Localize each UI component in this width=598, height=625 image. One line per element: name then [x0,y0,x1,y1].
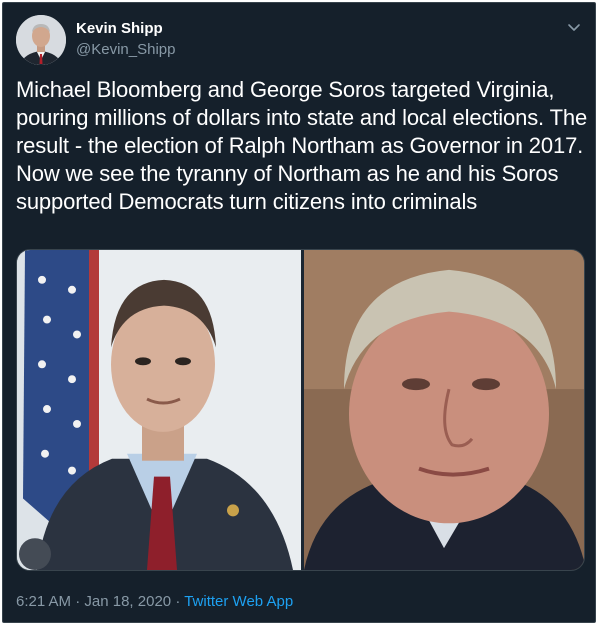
tweet-time[interactable]: 6:21 AM [16,593,71,610]
photo-left[interactable] [17,250,301,570]
tweet-date[interactable]: Jan 18, 2020 [84,593,171,610]
author-name[interactable]: Kevin Shipp [76,20,163,38]
tweet-media[interactable] [16,249,585,571]
author-handle[interactable]: @Kevin_Shipp [76,41,175,59]
chevron-down-icon[interactable] [566,19,582,35]
meta-separator: · [75,593,81,610]
tweet-card: Kevin Shipp @Kevin_Shipp Michael Bloombe… [2,2,596,623]
photo-right[interactable] [304,250,584,570]
avatar[interactable] [16,15,66,65]
source-app-link[interactable]: Twitter Web App [184,593,293,610]
tweet-text: Michael Bloomberg and George Soros targe… [16,77,588,214]
tweet-meta: 6:21 AM · Jan 18, 2020 · Twitter Web App [16,593,293,611]
meta-separator: · [175,593,181,610]
